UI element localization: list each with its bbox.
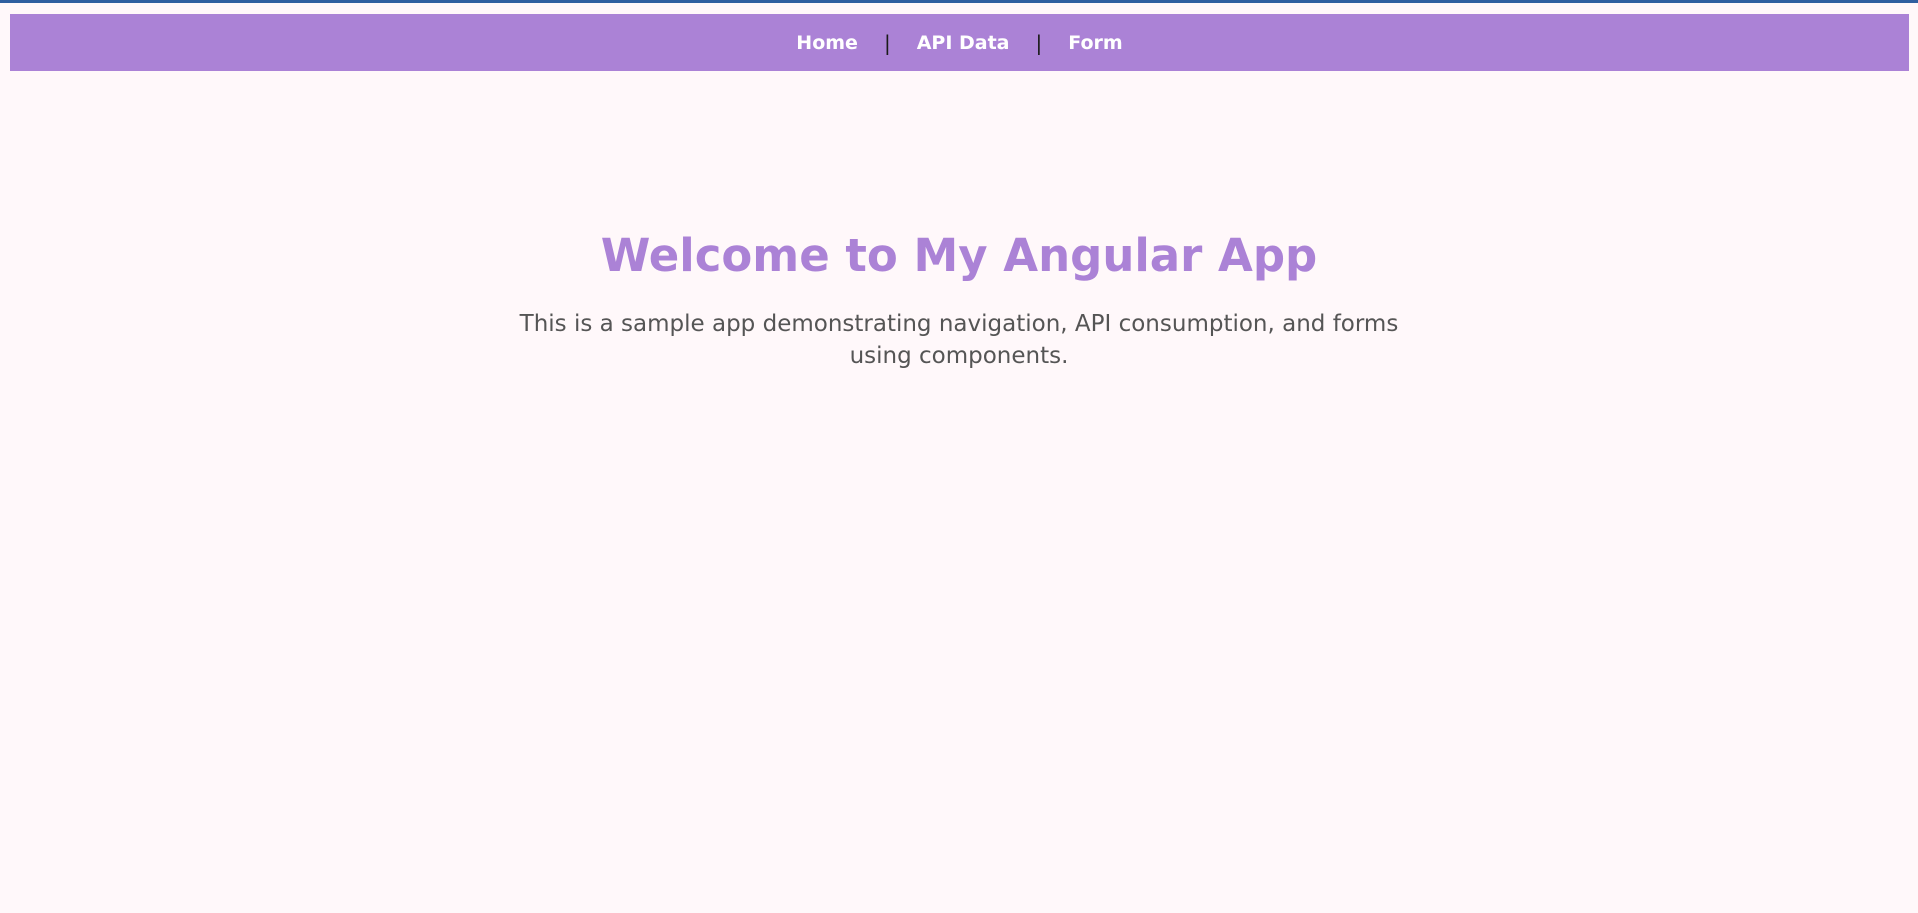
navbar: Home | API Data | Form [10, 14, 1909, 71]
nav-link-api-data[interactable]: API Data [915, 32, 1012, 54]
nav-link-form[interactable]: Form [1066, 32, 1124, 54]
page-title: Welcome to My Angular App [600, 229, 1318, 282]
nav-separator: | [1035, 30, 1043, 55]
page-description: This is a sample app demonstrating navig… [519, 311, 1399, 369]
window-top-accent [0, 0, 1918, 3]
nav-link-home[interactable]: Home [794, 32, 860, 54]
hero-section: Welcome to My Angular App This is a samp… [0, 226, 1918, 372]
nav-separator: | [883, 30, 891, 55]
